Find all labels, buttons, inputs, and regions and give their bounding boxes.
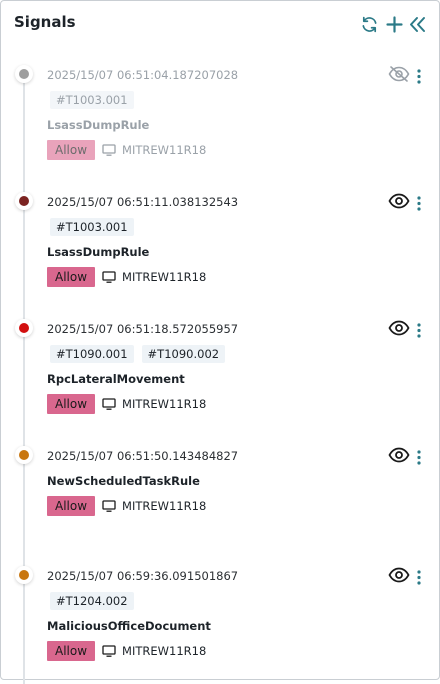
plus-icon <box>385 15 403 33</box>
signals-panel: Signals 2025/15/07 06:51:04.187207028 #T… <box>0 0 440 684</box>
signal-meta: Allow MITREW11R18 <box>47 641 206 661</box>
tag-list: #T1204.002 <box>50 592 134 610</box>
host-name: MITREW11R18 <box>122 143 207 157</box>
action-badge: Allow <box>47 496 96 516</box>
signal-timestamp: 2025/15/07 06:59:36.091501867 <box>47 569 239 583</box>
eye-off-icon <box>388 66 410 82</box>
severity-dot <box>15 566 33 584</box>
signal-item[interactable]: 2025/15/07 06:59:36.091501867 #T1204.002… <box>1 563 439 683</box>
action-badge: Allow <box>47 267 96 287</box>
signal-item[interactable]: 2025/15/07 06:51:18.572055957 #T1090.001… <box>1 315 439 435</box>
kebab-menu-icon <box>417 195 421 211</box>
signal-timestamp: 2025/15/07 06:51:50.143484827 <box>47 449 239 463</box>
monitor-icon <box>102 398 116 410</box>
panel-title: Signals <box>14 13 76 31</box>
kebab-menu-icon <box>417 322 421 338</box>
signal-timestamp: 2025/15/07 06:51:18.572055957 <box>47 322 239 336</box>
refresh-icon <box>361 16 377 32</box>
action-badge: Allow <box>47 641 96 661</box>
kebab-menu-icon <box>417 449 421 465</box>
more-options-button[interactable] <box>413 67 425 85</box>
eye-icon <box>388 567 410 583</box>
host-name: MITREW11R18 <box>122 499 207 513</box>
rule-name: LsassDumpRule <box>47 245 150 259</box>
panel-header: Signals <box>1 1 439 47</box>
mitre-tag[interactable]: #T1090.002 <box>141 345 226 363</box>
more-options-button[interactable] <box>413 448 425 466</box>
rule-name: NewScheduledTaskRule <box>47 474 200 488</box>
signal-item[interactable]: 2025/15/07 06:51:04.187207028 #T1003.001… <box>1 61 439 181</box>
monitor-icon <box>102 500 116 512</box>
signal-meta: Allow MITREW11R18 <box>47 140 206 160</box>
monitor-icon <box>102 144 116 156</box>
action-badge: Allow <box>47 140 96 160</box>
kebab-menu-icon <box>417 68 421 84</box>
mitre-tag[interactable]: #T1003.001 <box>50 91 134 109</box>
monitor-icon <box>102 645 116 657</box>
action-badge: Allow <box>47 394 96 414</box>
signal-timestamp: 2025/15/07 06:51:04.187207028 <box>47 68 239 82</box>
kebab-menu-icon <box>417 569 421 585</box>
tag-list: #T1090.001 #T1090.002 <box>50 345 226 363</box>
hide-signal-button[interactable] <box>387 319 411 337</box>
hide-signal-button[interactable] <box>387 446 411 464</box>
mitre-tag[interactable]: #T1090.001 <box>50 345 134 363</box>
severity-dot <box>15 65 33 83</box>
more-options-button[interactable] <box>413 194 425 212</box>
signal-meta: Allow MITREW11R18 <box>47 496 206 516</box>
more-options-button[interactable] <box>413 321 425 339</box>
hide-signal-button[interactable] <box>387 566 411 584</box>
severity-dot <box>15 446 33 464</box>
host-name: MITREW11R18 <box>122 644 207 658</box>
signal-item[interactable]: 2025/15/07 06:51:11.038132543 #T1003.001… <box>1 188 439 308</box>
rule-name: LsassDumpRule <box>47 118 150 132</box>
collapse-double-chevron-icon <box>409 16 425 32</box>
add-button[interactable] <box>384 14 404 34</box>
severity-dot <box>15 319 33 337</box>
rule-name: RpcLateralMovement <box>47 372 185 386</box>
tag-list: #T1003.001 <box>50 218 134 236</box>
eye-icon <box>388 447 410 463</box>
rule-name: MaliciousOfficeDocument <box>47 619 211 633</box>
signal-meta: Allow MITREW11R18 <box>47 267 206 287</box>
signal-item[interactable]: 2025/15/07 06:51:50.143484827 NewSchedul… <box>1 442 439 562</box>
collapse-panel-button[interactable] <box>407 14 427 34</box>
hide-signal-button[interactable] <box>387 192 411 210</box>
signal-meta: Allow MITREW11R18 <box>47 394 206 414</box>
host-name: MITREW11R18 <box>122 270 207 284</box>
tag-list: #T1003.001 <box>50 91 134 109</box>
refresh-button[interactable] <box>359 14 379 34</box>
signal-timestamp: 2025/15/07 06:51:11.038132543 <box>47 195 239 209</box>
mitre-tag[interactable]: #T1204.002 <box>50 592 134 610</box>
mitre-tag[interactable]: #T1003.001 <box>50 218 134 236</box>
severity-dot <box>15 192 33 210</box>
eye-icon <box>388 320 410 336</box>
eye-icon <box>388 193 410 209</box>
host-name: MITREW11R18 <box>122 397 207 411</box>
hide-signal-button[interactable] <box>387 65 411 83</box>
more-options-button[interactable] <box>413 568 425 586</box>
monitor-icon <box>102 271 116 283</box>
